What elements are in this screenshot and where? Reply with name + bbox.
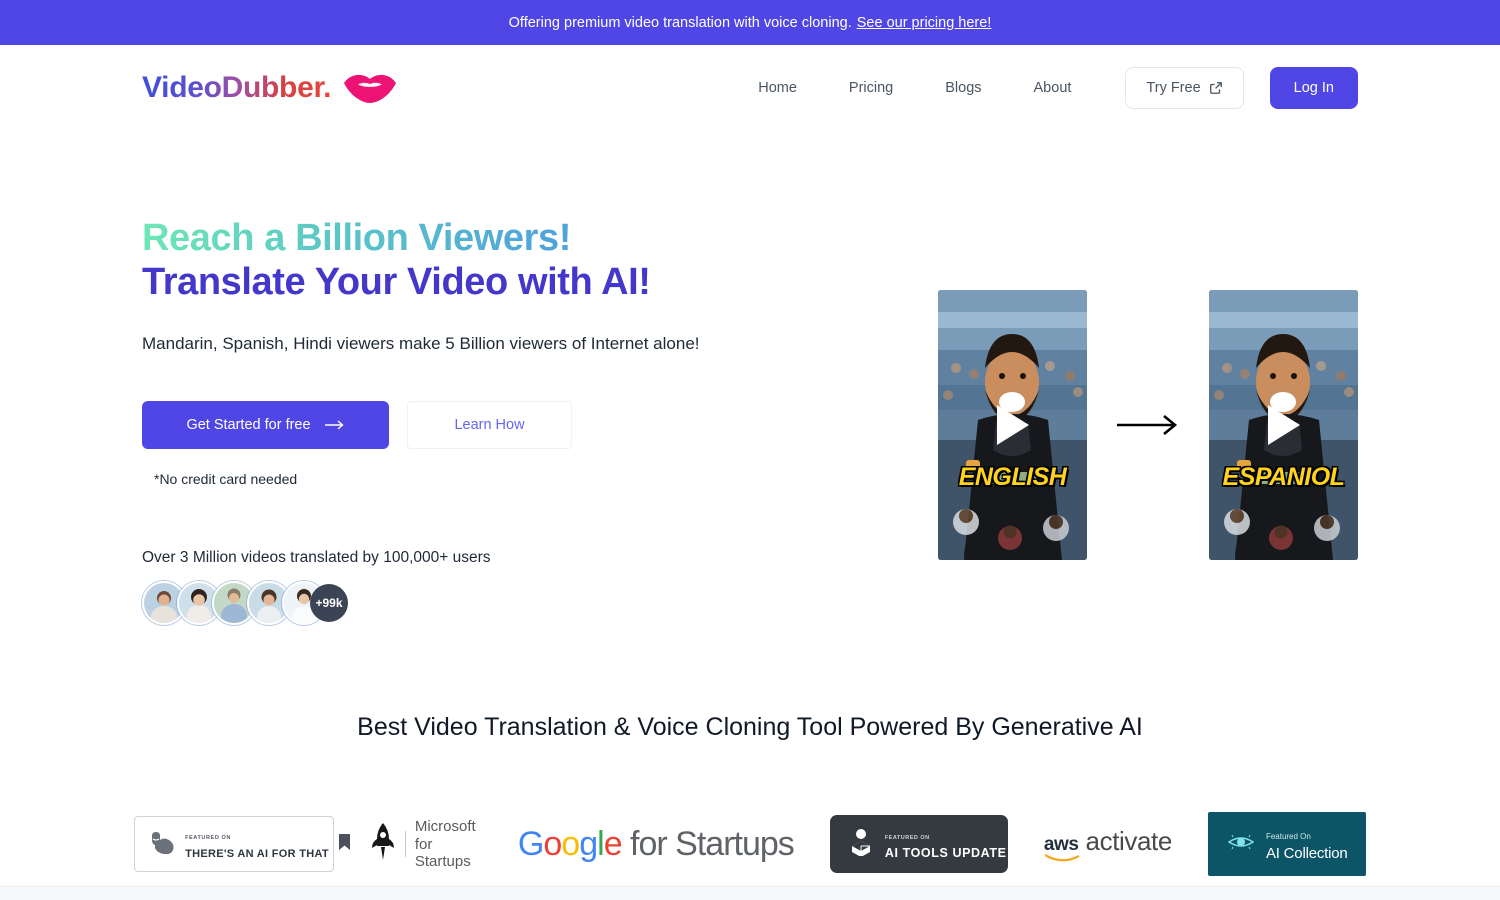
play-icon bbox=[996, 404, 1029, 445]
google-letter-o2: o bbox=[561, 824, 580, 863]
promo-banner-text: Offering premium video translation with … bbox=[508, 14, 852, 31]
video-caption-source: ENGLISH bbox=[958, 462, 1067, 491]
learn-how-button[interactable]: Learn How bbox=[407, 401, 572, 450]
main-nav: Home Pricing Blogs About Try Free Log In bbox=[732, 66, 1358, 109]
ai-tools-update-name: AI TOOLS UPDATE bbox=[884, 846, 1007, 861]
hero-subheading: Mandarin, Spanish, Hindi viewers make 5 … bbox=[142, 334, 700, 354]
logo-ai-collection[interactable]: Featured On AI Collection bbox=[1207, 812, 1366, 877]
arrow-right-icon bbox=[324, 419, 345, 431]
get-started-label: Get Started for free bbox=[186, 417, 311, 434]
logo-aws-activate[interactable]: aws activate bbox=[1044, 826, 1172, 862]
video-caption-translated: ESPANIOL bbox=[1222, 462, 1345, 491]
google-for-startups-suffix: for Startups bbox=[621, 824, 795, 863]
featured-logos-row: FEATURED ON THERE'S AN AI FOR THAT Micro… bbox=[0, 812, 1500, 877]
lips-icon bbox=[343, 73, 397, 103]
site-header: VideoDubber. Home Pricing Blogs About Tr… bbox=[0, 45, 1500, 130]
login-button[interactable]: Log In bbox=[1269, 66, 1358, 109]
ai-tools-featured-label: FEATURED ON bbox=[884, 835, 930, 842]
avatar-group: +99k bbox=[142, 581, 842, 626]
google-letter-o1: o bbox=[543, 824, 562, 863]
aws-activate-label: activate bbox=[1085, 826, 1173, 857]
social-proof-text: Over 3 Million videos translated by 100,… bbox=[142, 549, 491, 567]
logo-ai-tools-update[interactable]: FEATURED ON AI TOOLS UPDATE bbox=[829, 815, 1008, 874]
ai-collection-featured-label: Featured On bbox=[1265, 832, 1311, 842]
nav-item-blogs[interactable]: Blogs bbox=[919, 70, 1007, 106]
logo[interactable]: VideoDubber. bbox=[142, 71, 397, 105]
cta-row: Get Started for free Learn How bbox=[142, 401, 842, 450]
hero-section: Reach a Billion Viewers! Translate Your … bbox=[0, 130, 1500, 626]
hero-copy: Reach a Billion Viewers! Translate Your … bbox=[142, 218, 842, 626]
nav-item-pricing[interactable]: Pricing bbox=[823, 70, 919, 106]
eye-icon bbox=[1227, 832, 1255, 857]
muscle-arm-icon bbox=[149, 830, 175, 859]
logo-google-for-startups[interactable]: Google for Startups bbox=[517, 824, 795, 864]
powered-by-heading: Best Video Translation & Voice Cloning T… bbox=[357, 713, 1143, 742]
social-proof: Over 3 Million videos translated by 100,… bbox=[142, 549, 842, 626]
page-title: Reach a Billion Viewers! Translate Your … bbox=[142, 218, 842, 302]
nav-item-about[interactable]: About bbox=[1008, 70, 1098, 106]
logo-theres-an-ai-for-that[interactable]: FEATURED ON THERE'S AN AI FOR THAT bbox=[134, 816, 350, 873]
nav-item-home[interactable]: Home bbox=[732, 70, 823, 106]
google-letter-g1: G bbox=[517, 824, 544, 863]
google-letter-g2: g bbox=[579, 824, 598, 863]
aws-smile-icon bbox=[1044, 854, 1080, 862]
avatar-more-badge: +99k bbox=[310, 584, 348, 623]
ai-tools-update-icon bbox=[848, 828, 874, 861]
next-section-divider bbox=[0, 886, 1500, 900]
microsoft-line-1: Microsoft bbox=[414, 818, 476, 836]
arrow-right-icon bbox=[1116, 412, 1180, 438]
microsoft-line-2: for Startups bbox=[414, 835, 471, 870]
logo-text: VideoDubber. bbox=[142, 70, 332, 104]
video-thumbnail-translated[interactable]: ESPANIOL bbox=[1209, 289, 1358, 560]
get-started-button[interactable]: Get Started for free bbox=[142, 401, 389, 450]
logo-microsoft-for-startups[interactable]: Microsoft for Startups bbox=[370, 818, 476, 870]
headline-line-2: Translate Your Video with AI! bbox=[142, 260, 651, 303]
taaft-featured-label: FEATURED ON bbox=[185, 835, 231, 842]
translation-arrow bbox=[1087, 412, 1209, 438]
video-thumbnail-source[interactable]: ENGLISH bbox=[938, 289, 1087, 560]
hero-video-pair: ENGLISH ESPANIOL bbox=[938, 218, 1358, 625]
headline-line-1: Reach a Billion Viewers! bbox=[142, 218, 842, 259]
taaft-name: THERE'S AN AI FOR THAT bbox=[185, 848, 329, 861]
try-free-label: Try Free bbox=[1146, 79, 1201, 96]
rocket-icon bbox=[370, 822, 396, 867]
promo-banner-link[interactable]: See our pricing here! bbox=[857, 15, 992, 31]
promo-banner: Offering premium video translation with … bbox=[0, 0, 1500, 45]
no-credit-card-note: *No credit card needed bbox=[154, 471, 298, 488]
try-free-button[interactable]: Try Free bbox=[1125, 66, 1244, 109]
ai-collection-name: AI Collection bbox=[1265, 845, 1348, 863]
play-icon bbox=[1267, 404, 1300, 445]
bookmark-icon bbox=[338, 833, 350, 855]
google-letter-e: e bbox=[603, 824, 623, 863]
external-link-icon bbox=[1209, 81, 1223, 95]
